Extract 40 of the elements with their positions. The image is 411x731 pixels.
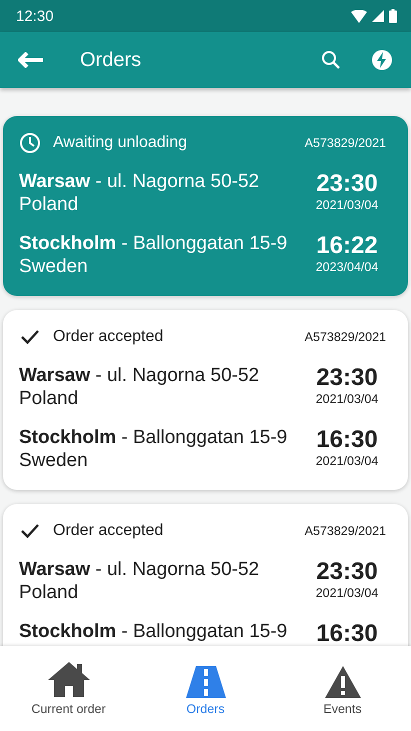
- nav-tab[interactable]: Current order: [0, 646, 137, 731]
- stop-date: 2021/03/04: [316, 586, 378, 600]
- order-status: Order accepted: [53, 522, 164, 540]
- stop-address: Warsaw - ul. Nagorna 50-52: [19, 170, 260, 193]
- stop-address: Stockholm - Ballonggatan 15-9: [19, 426, 288, 449]
- stop-country: Poland: [19, 581, 80, 604]
- nav-tab[interactable]: Orders: [137, 646, 274, 731]
- stop-address: Warsaw - ul. Nagorna 50-52: [19, 558, 260, 581]
- order-card[interactable]: Order accepted A573829/2021 Warsaw - ul. Nagorna 50-52 Poland 23:30 2021/03/04 Stockholm - Ballonggatan 15-9 Sweden 16:30 2021/03/04: [3, 310, 408, 490]
- order-status: Awaiting unloading: [53, 134, 188, 152]
- nav-tab[interactable]: Events: [274, 646, 411, 731]
- clock-icon: [19, 132, 41, 154]
- clock-time: 12:30: [16, 8, 54, 24]
- order-number: A573829/2021: [304, 330, 386, 344]
- signal-icon: [372, 10, 384, 22]
- stop-time: 16:22: [316, 232, 378, 260]
- stop-time: 23:30: [316, 364, 378, 392]
- screen-title: Orders: [80, 48, 142, 72]
- stop-country: Sweden: [19, 255, 89, 278]
- order-number: A573829/2021: [304, 524, 386, 538]
- stop-time: 16:30: [316, 426, 378, 454]
- order-number: A573829/2021: [304, 136, 386, 150]
- stop-address: Stockholm - Ballonggatan 15-9: [19, 232, 288, 255]
- stop-time: 23:30: [316, 170, 378, 198]
- order-card[interactable]: Order accepted A573829/2021 Warsaw - ul. Nagorna 50-52 Poland 23:30 2021/03/04 Stockholm - Ballonggatan 15-9 16:30: [3, 504, 408, 646]
- stop-date: 2021/03/04: [316, 454, 378, 468]
- stop-time: 23:30: [316, 558, 378, 586]
- stop-country: Poland: [19, 193, 80, 216]
- order-status: Order accepted: [53, 328, 164, 346]
- stop-time: 16:30: [316, 620, 378, 646]
- stop-date: 2023/04/04: [316, 260, 378, 274]
- battery-icon: [389, 9, 397, 23]
- order-card[interactable]: Awaiting unloading A573829/2021 Warsaw - ul. Nagorna 50-52 Poland 23:30 2021/03/04 Stockholm - Ballonggatan 15-9 Sweden 16:22 2023/04/04: [3, 116, 408, 296]
- stop-address: Stockholm - Ballonggatan 15-9: [19, 620, 288, 643]
- stop-country: Sweden: [19, 449, 89, 472]
- stop-address: Warsaw - ul. Nagorna 50-52: [19, 364, 260, 387]
- wifi-icon: [351, 10, 367, 22]
- stop-date: 2021/03/04: [316, 392, 378, 406]
- stop-country: Poland: [19, 387, 80, 410]
- stop-date: 2021/03/04: [316, 198, 378, 212]
